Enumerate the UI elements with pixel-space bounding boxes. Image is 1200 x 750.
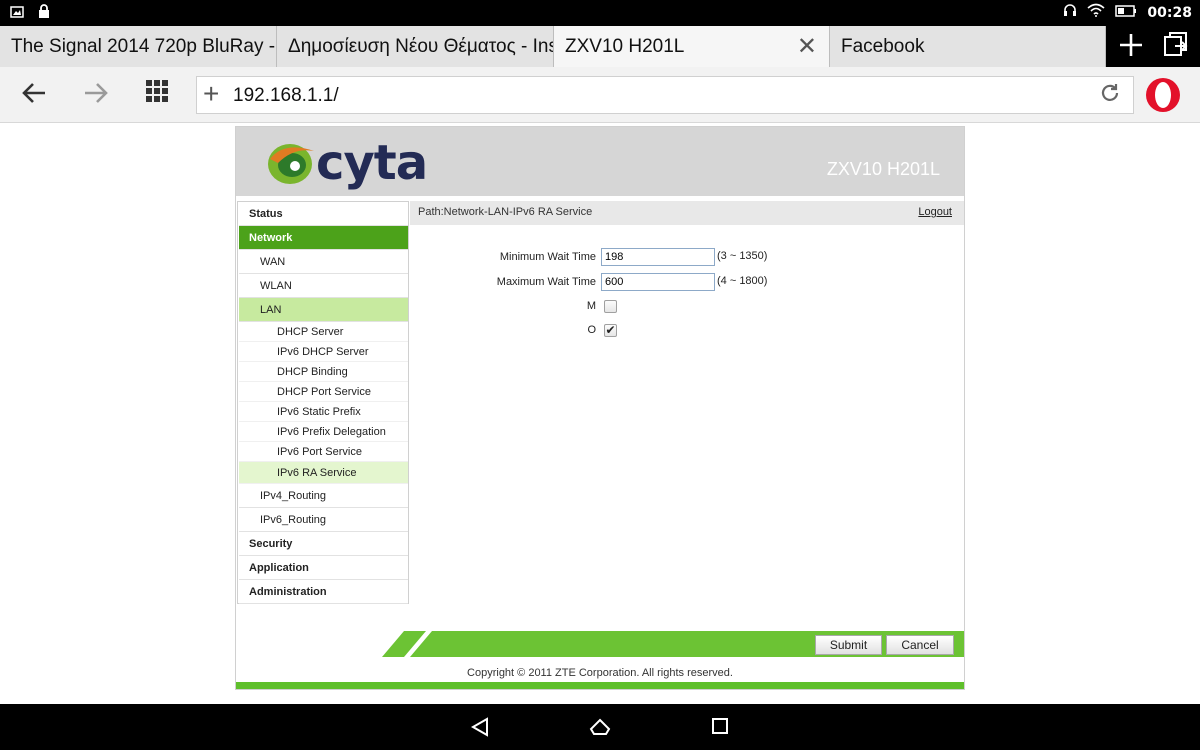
m-flag-checkbox[interactable] <box>604 300 617 313</box>
logout-link[interactable]: Logout <box>918 201 952 223</box>
battery-icon <box>1115 4 1137 22</box>
sidebar-item-lan[interactable]: LAN <box>239 298 408 322</box>
cyta-logo-icon <box>264 137 322 192</box>
speed-dial-grid-icon[interactable] <box>145 79 169 108</box>
tab-title: Facebook <box>841 36 925 57</box>
breadcrumb-path: Path:Network-LAN-IPv6 RA Service <box>418 206 593 218</box>
sidebar-item-dhcp-server[interactable]: DHCP Server <box>239 322 408 342</box>
min-wait-input[interactable] <box>601 248 715 266</box>
tab-title: ZXV10 H201L <box>565 36 685 57</box>
sidebar-item-security[interactable]: Security <box>239 532 408 556</box>
opera-menu-icon[interactable] <box>1146 78 1180 112</box>
sidebar-item-application[interactable]: Application <box>239 556 408 580</box>
image-notification-icon <box>10 5 24 23</box>
min-wait-range: (3 ~ 1350) <box>717 250 768 262</box>
model-title: ZXV10 H201L <box>826 159 940 179</box>
sidebar-item-ipv4-routing[interactable]: IPv4_Routing <box>239 484 408 508</box>
tab-router[interactable]: ZXV10 H201L ✕ <box>554 26 830 67</box>
sidebar-item-ipv6-ra-service[interactable]: IPv6 RA Service <box>239 462 408 484</box>
router-content: Path:Network-LAN-IPv6 RA Service Logout … <box>410 201 964 631</box>
sidebar-item-status[interactable]: Status <box>239 202 408 226</box>
clock: 00:28 <box>1147 4 1192 21</box>
tab-switcher-icon[interactable] <box>1162 30 1190 64</box>
cancel-button[interactable]: Cancel <box>886 635 954 655</box>
recents-square-icon[interactable] <box>710 716 730 741</box>
url-text[interactable]: 192.168.1.1/ <box>233 85 339 107</box>
copyright-text: Copyright © 2011 ZTE Corporation. All ri… <box>467 667 733 679</box>
sidebar-item-administration[interactable]: Administration <box>239 580 408 604</box>
tab-title: Δημοσίευση Νέου Θέματος - Ins <box>288 36 554 57</box>
home-icon[interactable] <box>589 716 611 743</box>
brand-name: cyta <box>316 135 428 191</box>
sidebar-item-ipv6-prefix-delegation[interactable]: IPv6 Prefix Delegation <box>239 422 408 442</box>
tab-strip: The Signal 2014 720p BluRay - Vi Δημοσίε… <box>0 26 1200 67</box>
reload-icon[interactable] <box>1099 82 1121 111</box>
sidebar-item-ipv6-static-prefix[interactable]: IPv6 Static Prefix <box>239 402 408 422</box>
sidebar-item-wan[interactable]: WAN <box>239 250 408 274</box>
wifi-icon <box>1087 3 1105 22</box>
sidebar-item-wlan[interactable]: WLAN <box>239 274 408 298</box>
tab-the-signal[interactable]: The Signal 2014 720p BluRay - Vi <box>0 26 277 67</box>
forward-arrow-icon[interactable] <box>82 79 110 112</box>
sidebar-item-network[interactable]: Network <box>239 226 408 250</box>
o-flag-label: O <box>587 324 596 336</box>
close-tab-icon[interactable]: ✕ <box>797 32 817 61</box>
max-wait-label: Maximum Wait Time <box>496 276 596 288</box>
max-wait-range: (4 ~ 1800) <box>717 275 768 287</box>
address-bar[interactable]: + 192.168.1.1/ <box>196 76 1134 114</box>
router-page: cyta ZXV10 H201L Status Network WAN WLAN… <box>235 126 965 690</box>
breadcrumb: Path:Network-LAN-IPv6 RA Service Logout <box>410 201 964 225</box>
action-bar: Submit Cancel <box>382 631 964 657</box>
sidebar-item-ipv6-routing[interactable]: IPv6_Routing <box>239 508 408 532</box>
back-arrow-icon[interactable] <box>20 79 48 112</box>
browser-toolbar: + 192.168.1.1/ <box>0 67 1200 123</box>
status-bar: 00:28 <box>0 0 1200 26</box>
sidebar-item-ipv6-port-service[interactable]: IPv6 Port Service <box>239 442 408 462</box>
new-tab-icon[interactable] <box>1118 30 1144 64</box>
submit-button[interactable]: Submit <box>815 635 882 655</box>
sidebar-item-dhcp-binding[interactable]: DHCP Binding <box>239 362 408 382</box>
router-sidebar: Status Network WAN WLAN LAN DHCP Server … <box>237 201 409 604</box>
tab-facebook[interactable]: Facebook <box>830 26 1106 67</box>
router-header: cyta ZXV10 H201L <box>236 127 964 196</box>
headphones-icon <box>1063 3 1077 22</box>
m-flag-label: M <box>586 300 596 312</box>
add-bookmark-icon[interactable]: + <box>203 79 219 109</box>
tab-forum-post[interactable]: Δημοσίευση Νέου Θέματος - Ins <box>277 26 554 67</box>
tab-title: The Signal 2014 720p BluRay - Vi <box>11 36 277 57</box>
sidebar-item-ipv6-dhcp-server[interactable]: IPv6 DHCP Server <box>239 342 408 362</box>
lock-icon <box>38 4 50 24</box>
tab-actions <box>1106 26 1200 67</box>
footer-stripe <box>236 682 964 689</box>
min-wait-label: Minimum Wait Time <box>499 251 596 263</box>
back-triangle-icon[interactable] <box>470 716 490 743</box>
system-nav-bar <box>0 704 1200 750</box>
screen: 00:28 The Signal 2014 720p BluRay - Vi Δ… <box>0 0 1200 750</box>
o-flag-checkbox[interactable]: ✔ <box>604 324 617 337</box>
max-wait-input[interactable] <box>601 273 715 291</box>
sidebar-item-dhcp-port-service[interactable]: DHCP Port Service <box>239 382 408 402</box>
